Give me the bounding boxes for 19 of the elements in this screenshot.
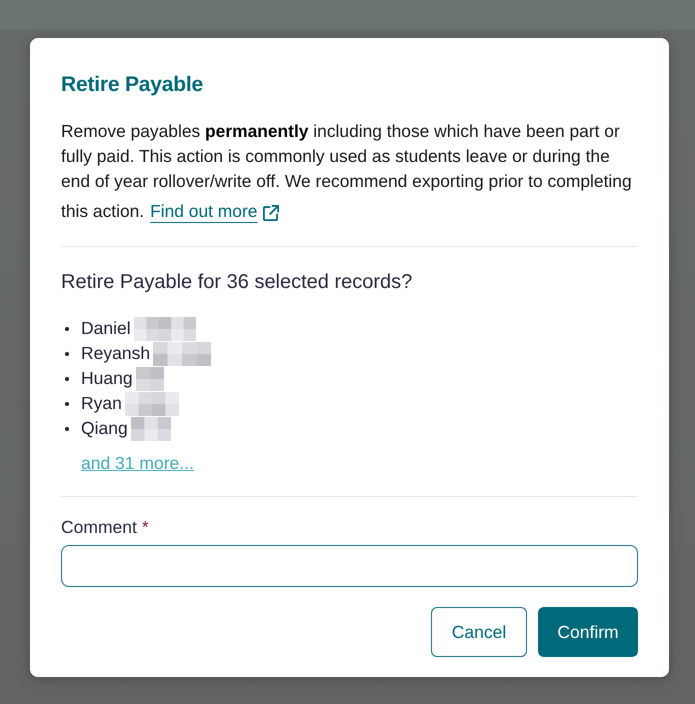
comment-label: Comment: [61, 516, 137, 538]
record-name: Ryan: [81, 392, 122, 415]
record-name: Huang: [81, 367, 133, 390]
bullet-icon: [65, 352, 69, 356]
dialog-title: Retire Payable: [61, 72, 204, 98]
cancel-button[interactable]: Cancel: [431, 607, 527, 657]
record-name: Reyansh: [81, 342, 150, 365]
record-name: Daniel: [81, 317, 131, 340]
bullet-icon: [65, 376, 69, 380]
record-name: Qiang: [81, 417, 128, 440]
confirmation-question: Retire Payable for 36 selected records?: [61, 270, 414, 295]
find-out-more-link[interactable]: Find out more: [150, 194, 280, 224]
bullet-icon: [65, 426, 69, 430]
required-asterisk: *: [142, 516, 149, 538]
comment-input-field[interactable]: [61, 545, 638, 587]
confirm-button[interactable]: Confirm: [538, 607, 638, 657]
bullet-icon: [65, 402, 69, 406]
description-text: Remove payables permanently including those which have been part or fully paid. This action is commonly used as students leave or during the end of year rollover/write off. We recommend exporting prior to completing this action. Find out more: [61, 119, 638, 224]
bullet-icon: [65, 326, 69, 330]
